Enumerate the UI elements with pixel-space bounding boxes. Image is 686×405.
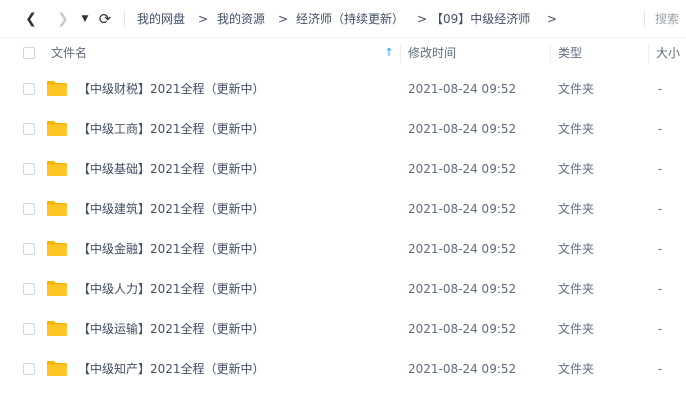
table-row[interactable]: 【中级知产】2021全程（更新中） 2021-08-24 09:52 文件夹 - xyxy=(0,349,686,389)
file-size: - xyxy=(658,122,663,136)
folder-icon xyxy=(47,321,67,336)
breadcrumb-current-folder[interactable]: 【09】中级经济师 xyxy=(431,10,530,28)
table-row[interactable]: 【中级基础】2021全程（更新中） 2021-08-24 09:52 文件夹 - xyxy=(0,149,686,189)
file-name[interactable]: 【中级工商】2021全程（更新中） xyxy=(78,109,265,149)
file-name[interactable]: 【中级人力】2021全程（更新中） xyxy=(78,269,265,309)
file-size: - xyxy=(658,362,663,376)
column-header-name[interactable]: 文件名 xyxy=(51,38,87,69)
file-name[interactable]: 【中级金融】2021全程（更新中） xyxy=(78,229,265,269)
search-button[interactable]: 搜索 xyxy=(655,10,679,28)
toolbar: ❮ ❯ ▼ ⟳ 我的网盘 > 我的资源 > 经济师（持续更新） > 【09】中级… xyxy=(0,0,686,38)
back-arrow-icon[interactable]: ❮ xyxy=(20,9,42,29)
modified-time: 2021-08-24 09:52 xyxy=(408,242,517,256)
folder-icon xyxy=(47,81,67,96)
column-header-type[interactable]: 类型 xyxy=(558,38,582,69)
file-type: 文件夹 xyxy=(558,242,595,256)
folder-icon xyxy=(47,201,67,216)
table-row[interactable]: 【中级运输】2021全程（更新中） 2021-08-24 09:52 文件夹 - xyxy=(0,309,686,349)
row-checkbox[interactable] xyxy=(23,363,35,375)
row-checkbox[interactable] xyxy=(23,323,35,335)
column-divider[interactable] xyxy=(648,44,649,63)
breadcrumb-separator: > xyxy=(198,12,209,26)
column-divider[interactable] xyxy=(400,44,401,63)
file-type: 文件夹 xyxy=(558,282,595,296)
history-dropdown-icon[interactable]: ▼ xyxy=(78,9,92,29)
file-type: 文件夹 xyxy=(558,202,595,216)
row-checkbox[interactable] xyxy=(23,123,35,135)
file-size: - xyxy=(658,82,663,96)
table-row[interactable]: 【中级建筑】2021全程（更新中） 2021-08-24 09:52 文件夹 - xyxy=(0,189,686,229)
folder-icon xyxy=(47,361,67,376)
table-header: 文件名 ↑ 修改时间 类型 大小 xyxy=(0,38,686,69)
breadcrumb-my-drive[interactable]: 我的网盘 xyxy=(137,10,185,28)
modified-time: 2021-08-24 09:52 xyxy=(408,82,517,96)
file-type: 文件夹 xyxy=(558,322,595,336)
folder-icon xyxy=(47,241,67,256)
modified-time: 2021-08-24 09:52 xyxy=(408,202,517,216)
row-checkbox[interactable] xyxy=(23,283,35,295)
table-row[interactable]: 【中级人力】2021全程（更新中） 2021-08-24 09:52 文件夹 - xyxy=(0,269,686,309)
file-type: 文件夹 xyxy=(558,162,595,176)
table-row[interactable]: 【中级财税】2021全程（更新中） 2021-08-24 09:52 文件夹 - xyxy=(0,69,686,109)
modified-time: 2021-08-24 09:52 xyxy=(408,282,517,296)
select-all-checkbox[interactable] xyxy=(23,47,35,59)
breadcrumb-separator: > xyxy=(278,12,289,26)
row-checkbox[interactable] xyxy=(23,243,35,255)
table-row[interactable]: 【中级金融】2021全程（更新中） 2021-08-24 09:52 文件夹 - xyxy=(0,229,686,269)
row-checkbox[interactable] xyxy=(23,83,35,95)
file-name[interactable]: 【中级建筑】2021全程（更新中） xyxy=(78,189,265,229)
table-row[interactable]: 【中级工商】2021全程（更新中） 2021-08-24 09:52 文件夹 - xyxy=(0,109,686,149)
file-name[interactable]: 【中级财税】2021全程（更新中） xyxy=(78,69,265,109)
file-type: 文件夹 xyxy=(558,122,595,136)
column-divider[interactable] xyxy=(550,44,551,63)
folder-icon xyxy=(47,161,67,176)
file-size: - xyxy=(658,322,663,336)
column-header-modified[interactable]: 修改时间 xyxy=(408,38,456,69)
file-size: - xyxy=(658,282,663,296)
file-type: 文件夹 xyxy=(558,82,595,96)
file-name[interactable]: 【中级基础】2021全程（更新中） xyxy=(78,149,265,189)
breadcrumb-separator: > xyxy=(417,12,428,26)
search-divider xyxy=(644,10,645,28)
file-type: 文件夹 xyxy=(558,362,595,376)
file-size: - xyxy=(658,162,663,176)
sort-ascending-icon[interactable]: ↑ xyxy=(384,46,394,60)
row-checkbox[interactable] xyxy=(23,203,35,215)
file-size: - xyxy=(658,242,663,256)
file-name[interactable]: 【中级知产】2021全程（更新中） xyxy=(78,349,265,389)
modified-time: 2021-08-24 09:52 xyxy=(408,362,517,376)
file-size: - xyxy=(658,202,663,216)
forward-arrow-icon[interactable]: ❯ xyxy=(52,9,74,29)
folder-icon xyxy=(47,121,67,136)
modified-time: 2021-08-24 09:52 xyxy=(408,322,517,336)
breadcrumb-separator: > xyxy=(547,12,558,26)
modified-time: 2021-08-24 09:52 xyxy=(408,122,517,136)
column-header-size[interactable]: 大小 xyxy=(656,38,680,69)
breadcrumb-economist[interactable]: 经济师（持续更新） xyxy=(296,10,404,28)
modified-time: 2021-08-24 09:52 xyxy=(408,162,517,176)
file-name[interactable]: 【中级运输】2021全程（更新中） xyxy=(78,309,265,349)
refresh-icon[interactable]: ⟳ xyxy=(95,9,115,29)
folder-icon xyxy=(47,281,67,296)
toolbar-divider xyxy=(124,10,125,28)
row-checkbox[interactable] xyxy=(23,163,35,175)
breadcrumb-my-resources[interactable]: 我的资源 xyxy=(217,10,265,28)
